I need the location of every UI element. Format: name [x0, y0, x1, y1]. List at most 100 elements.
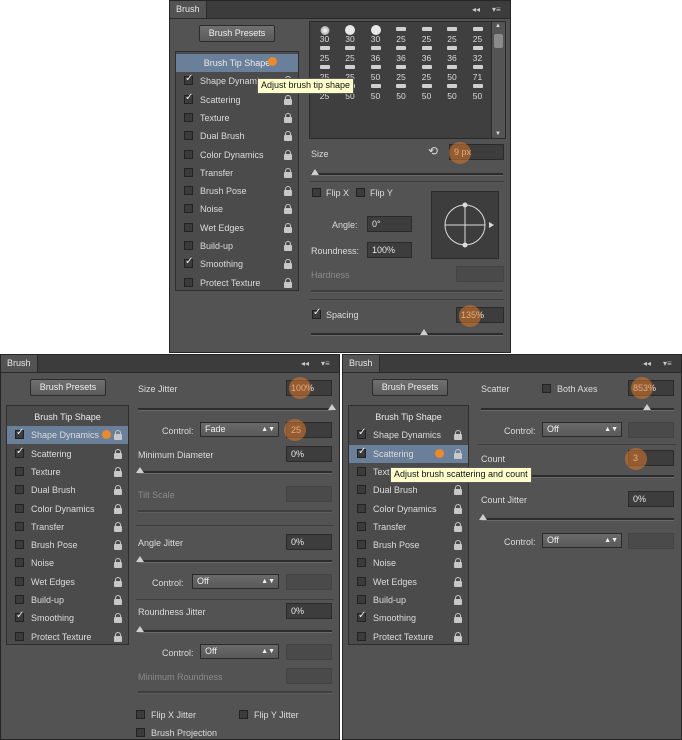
spacing-checkbox[interactable]: [312, 307, 321, 319]
list-item[interactable]: Brush Tip Shape: [7, 408, 128, 426]
list-item[interactable]: Brush Tip Shape: [349, 408, 468, 426]
feature-checkbox[interactable]: [15, 558, 24, 568]
brush-tip-cell[interactable]: 50: [414, 81, 439, 101]
list-item[interactable]: Scattering: [7, 445, 128, 463]
angle-control-select[interactable]: Off ▲▼: [192, 574, 279, 589]
feature-checkbox[interactable]: [357, 540, 366, 550]
brush-tip-cell[interactable]: 25: [389, 62, 414, 82]
lock-icon[interactable]: [114, 595, 122, 605]
scrollbar[interactable]: ▲ ▼: [491, 22, 505, 138]
brush-tip-cell[interactable]: 71: [465, 62, 490, 82]
brush-tip-cell[interactable]: 25: [414, 62, 439, 82]
lock-icon[interactable]: [284, 277, 292, 288]
roundness-jitter-slider-thumb[interactable]: [136, 626, 144, 632]
feature-checkbox[interactable]: [357, 503, 366, 513]
list-item[interactable]: Protect Texture: [7, 628, 128, 646]
lock-icon[interactable]: [454, 448, 462, 459]
list-item[interactable]: Protect Texture: [349, 628, 468, 646]
list-item[interactable]: Build-up: [176, 237, 298, 255]
feature-checkbox[interactable]: [184, 92, 193, 104]
angle-field[interactable]: 0°: [367, 216, 412, 232]
list-item[interactable]: Noise: [349, 554, 468, 572]
lock-icon[interactable]: [114, 631, 122, 642]
feature-checkbox[interactable]: [15, 631, 24, 641]
list-item[interactable]: Smoothing: [349, 609, 468, 627]
lock-icon[interactable]: [284, 259, 292, 270]
feature-checkbox[interactable]: [15, 466, 24, 476]
lock-icon[interactable]: [114, 466, 122, 477]
reset-size-icon[interactable]: ⟲: [428, 145, 438, 157]
size-slider[interactable]: [310, 169, 503, 176]
brush-presets-button[interactable]: Brush Presets: [372, 379, 448, 396]
feature-checkbox[interactable]: [357, 427, 366, 440]
size-jitter-slider[interactable]: [138, 404, 336, 411]
scroll-up-icon[interactable]: ▲: [495, 23, 501, 29]
brush-tab[interactable]: Brush: [170, 1, 207, 18]
brush-tip-cell[interactable]: 50: [440, 81, 465, 101]
feature-checkbox[interactable]: [184, 186, 193, 196]
feature-checkbox[interactable]: [357, 610, 366, 623]
brush-presets-button[interactable]: Brush Presets: [30, 379, 106, 396]
lock-icon[interactable]: [454, 558, 462, 569]
lock-icon[interactable]: [284, 186, 292, 197]
flip-y-checkbox[interactable]: [356, 188, 365, 197]
feature-checkbox[interactable]: [15, 503, 24, 513]
brush-tip-cell[interactable]: 25: [389, 24, 414, 44]
lock-icon[interactable]: [454, 613, 462, 624]
brush-tip-cell[interactable]: 36: [389, 43, 414, 63]
feature-checkbox[interactable]: [184, 204, 193, 214]
list-item[interactable]: Smoothing: [176, 255, 298, 273]
scatter-control-select[interactable]: Off ▲▼: [542, 422, 622, 437]
angle-jitter-slider[interactable]: [136, 556, 332, 563]
lock-icon[interactable]: [284, 131, 292, 142]
panel-menu-icon[interactable]: ▾≡: [663, 358, 672, 369]
list-item[interactable]: Color Dynamics: [349, 500, 468, 518]
list-item[interactable]: Wet Edges: [7, 573, 128, 591]
lock-icon[interactable]: [454, 595, 462, 605]
list-item[interactable]: Smoothing: [7, 609, 128, 627]
brush-tip-cell[interactable]: 25: [414, 24, 439, 44]
scatter-slider[interactable]: [481, 404, 674, 411]
list-item[interactable]: Transfer: [176, 164, 298, 182]
list-item[interactable]: Dual Brush: [349, 481, 468, 499]
list-item[interactable]: Noise: [176, 200, 298, 218]
lock-icon[interactable]: [114, 576, 122, 587]
brush-tip-cell[interactable]: 50: [389, 81, 414, 101]
lock-icon[interactable]: [284, 112, 292, 123]
feature-checkbox[interactable]: [15, 427, 24, 440]
lock-icon[interactable]: [114, 503, 122, 514]
lock-icon[interactable]: [454, 485, 462, 496]
list-item[interactable]: Transfer: [7, 518, 128, 536]
feature-checkbox[interactable]: [15, 521, 24, 531]
list-item[interactable]: Scattering: [349, 444, 468, 463]
size-slider-thumb[interactable]: [310, 169, 319, 175]
feature-checkbox[interactable]: [184, 131, 193, 141]
brush-tip-cell[interactable]: 50: [465, 81, 490, 101]
list-item[interactable]: Wet Edges: [176, 219, 298, 237]
flip-x-jitter-checkbox[interactable]: [136, 710, 145, 719]
feature-checkbox[interactable]: [184, 149, 193, 159]
brush-tip-cell[interactable]: 25: [440, 24, 465, 44]
brush-tip-cell[interactable]: 30: [312, 24, 337, 44]
brush-projection-checkbox[interactable]: [136, 728, 145, 737]
feature-checkbox[interactable]: [357, 631, 366, 641]
collapse-icon[interactable]: ◂◂: [643, 358, 651, 369]
brush-presets-button[interactable]: Brush Presets: [199, 25, 275, 42]
brush-tip-cell[interactable]: 36: [440, 43, 465, 63]
lock-icon[interactable]: [454, 503, 462, 514]
brush-tip-cell[interactable]: 36: [363, 43, 388, 63]
lock-icon[interactable]: [284, 149, 292, 160]
roundness-jitter-field[interactable]: 0%: [286, 603, 332, 619]
lock-icon[interactable]: [114, 485, 122, 496]
list-item[interactable]: Brush Pose: [349, 536, 468, 554]
size-jitter-slider-thumb[interactable]: [328, 404, 336, 410]
count-control-select[interactable]: Off ▲▼: [542, 533, 622, 548]
minimum-diameter-slider[interactable]: [136, 467, 332, 474]
angle-jitter-slider-thumb[interactable]: [136, 556, 144, 562]
feature-checkbox[interactable]: [184, 167, 193, 177]
brush-tab[interactable]: Brush: [1, 355, 38, 372]
lock-icon[interactable]: [284, 94, 292, 105]
list-item[interactable]: Texture: [7, 463, 128, 481]
flip-y-jitter-checkbox[interactable]: [239, 710, 248, 719]
angle-jitter-field[interactable]: 0%: [286, 534, 332, 550]
